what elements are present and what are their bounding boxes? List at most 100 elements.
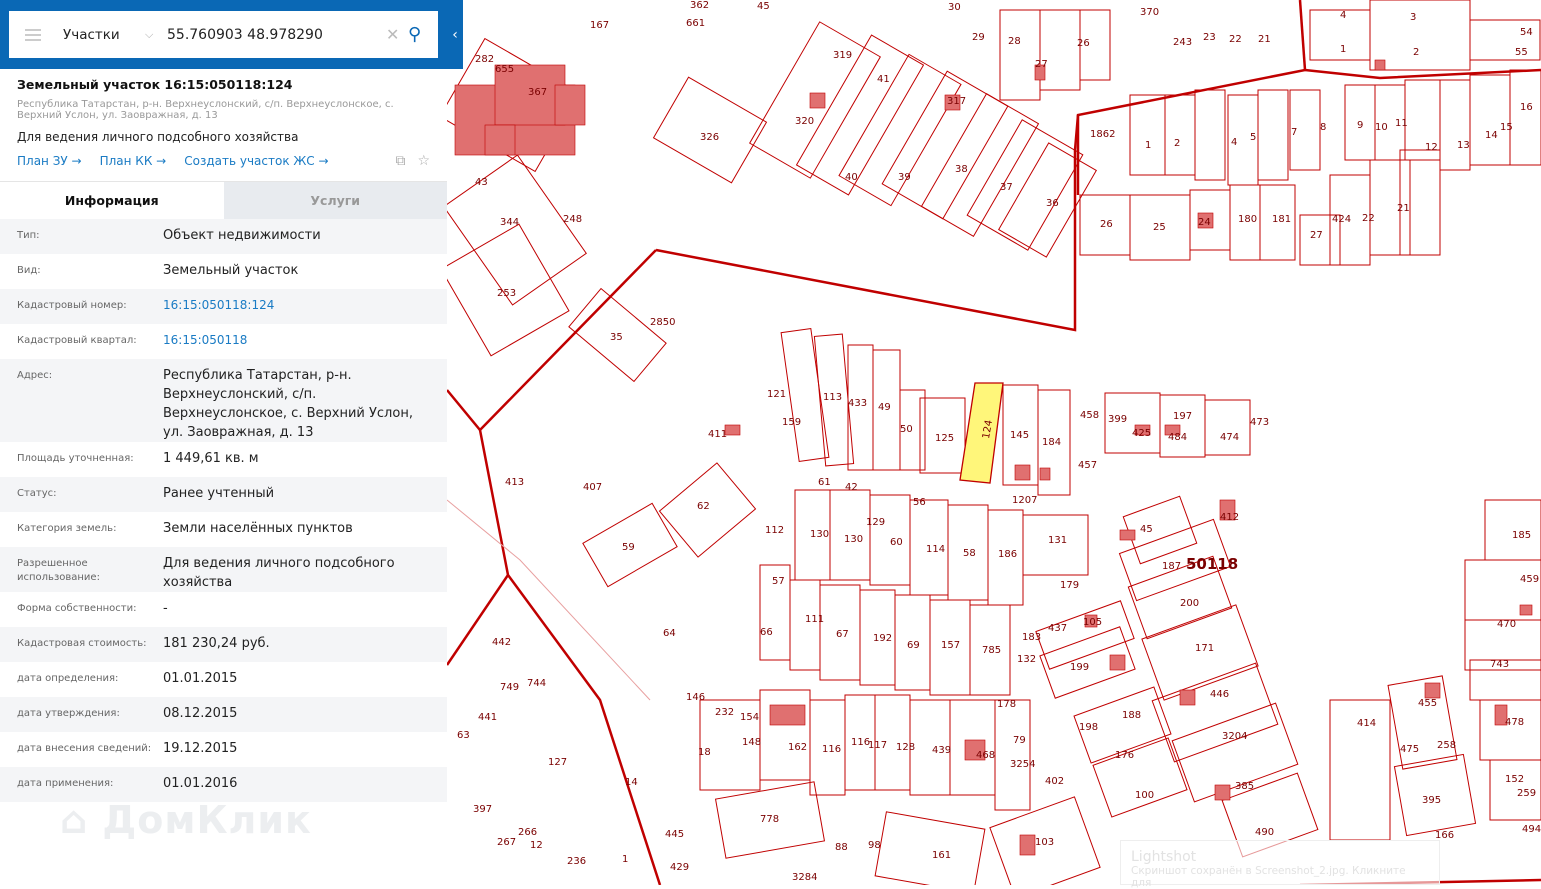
parcel-number: 22 [1362,213,1375,224]
parcel-outline [966,119,1084,251]
parcel-number: 253 [497,288,516,299]
parcel-number: 184 [1042,437,1061,448]
parcel-number: 14 [625,777,638,788]
parcel-number: 395 [1422,795,1441,806]
parcel-number: 744 [527,678,546,689]
parcel-outline [920,93,1040,237]
parcel-number: 9 [1357,120,1363,131]
parcel-number: 319 [833,50,852,61]
parcel-number: 167 [590,20,609,31]
parcel-number: 125 [935,433,954,444]
info-value: 08.12.2015 [163,706,238,721]
parcel-number: 236 [567,856,586,867]
domclick-watermark: ⌂ ДомКлик [60,798,312,842]
parcel-number: 23 [1203,32,1216,43]
building [1014,464,1031,481]
parcel-number: 62 [697,501,710,512]
info-panel: Участки ⌵ 55.760903 48.978290 ✕ ⚲ Земель… [0,0,447,885]
parcel-number: 248 [563,214,582,225]
parcel-number: 18 [698,747,711,758]
info-value[interactable]: 16:15:050118:124 [163,296,437,324]
parcel-number: 362 [690,0,709,11]
parcel-number: 15 [1500,122,1513,133]
info-key: Кадастровая стоимость: [17,638,147,649]
parcel-number: 129 [866,517,885,528]
parcel-number: 159 [782,417,801,428]
parcel-number: 458 [1080,410,1099,421]
parcel-number: 282 [475,54,494,65]
parcel-number: 24 [1198,217,1211,228]
info-key: дата определения: [17,673,119,684]
menu-icon[interactable] [25,28,41,41]
parcel-number: 41 [877,74,890,85]
parcel-number: 197 [1173,411,1192,422]
parcel-number: 112 [765,525,784,536]
parcel-number: 425 [1132,428,1151,439]
chevron-down-icon[interactable]: ⌵ [145,28,167,42]
quarter-boundary [655,68,1541,332]
parcel-number: 181 [1272,214,1291,225]
parcel-number: 100 [1135,790,1154,801]
parcel-number: 317 [947,96,966,107]
info-value[interactable]: 16:15:050118 [163,331,437,359]
parcel-number: 27 [1035,59,1048,70]
parcel-number: 161 [932,850,951,861]
parcel-number: 39 [898,172,911,183]
parcel-number: 12 [1425,142,1438,153]
parcel-number: 114 [926,544,945,555]
parcel-outline [1509,69,1541,166]
building [1374,59,1386,71]
parcel-number: 25 [1153,222,1166,233]
parcel-number: 162 [788,742,807,753]
parcel-number: 1207 [1012,495,1037,506]
parcel-number: 8 [1320,122,1326,133]
parcel-number: 128 [896,742,915,753]
parcel-number: 121 [767,389,786,400]
parcel-number: 59 [622,542,635,553]
parcel-number: 192 [873,633,892,644]
search-icon[interactable]: ⚲ [408,24,438,45]
parcel-number: 131 [1048,535,1067,546]
parcel-number: 98 [868,840,881,851]
parcel-outline [1129,94,1166,176]
info-row: Категория земель: Земли населённых пункто… [0,512,447,547]
parcel-number: 26 [1077,38,1090,49]
plan-kk-link[interactable]: План КК → [100,154,167,168]
parcel-number: 367 [528,87,547,98]
building [1519,604,1533,616]
info-key: Статус: [17,488,57,499]
parcel-number: 494 [1522,824,1541,835]
parcel-number: 457 [1078,460,1097,471]
quarter-number: 50118 [1186,555,1238,573]
building [1019,834,1036,856]
tab-info[interactable]: Информация [0,182,224,219]
parcel-number: 399 [1108,414,1127,425]
create-parcel-link[interactable]: Создать участок ЖС → [184,154,328,168]
info-row: дата применения: 01.01.2016 [0,767,447,802]
search-input[interactable]: 55.760903 48.978290 [167,27,386,43]
parcel-address: Республика Татарстан, р-н. Верхнеуслонск… [17,99,394,121]
parcel-number: 10 [1375,122,1388,133]
parcel-title: Земельный участок 16:15:050118:124 [17,77,293,92]
parcel-number: 132 [1017,654,1036,665]
parcel-number: 258 [1437,740,1456,751]
clear-icon[interactable]: ✕ [386,25,408,44]
category-select[interactable]: Участки [63,27,145,43]
collapse-panel-button[interactable]: ‹ [447,0,463,69]
document-search-icon[interactable]: ⧉ [395,153,405,169]
star-icon[interactable]: ☆ [417,153,430,169]
info-row: Форма собственности: - [0,592,447,627]
lightshot-notification[interactable]: Lightshot Скриншот сохранён в Screenshot_… [1120,840,1440,889]
parcel-outline [1369,0,1471,71]
parcel-number: 468 [976,750,995,761]
parcel-number: 154 [740,712,759,723]
tab-services[interactable]: Услуги [223,182,447,219]
parcel-number: 344 [500,217,519,228]
info-row: Адрес: Республика Татарстан, р-н. Верхнеу… [0,359,447,442]
parcel-number: 266 [518,827,537,838]
parcel-number: 185 [1512,530,1531,541]
info-key: Разрешенное использование: [17,558,100,583]
parcel-outline [1387,675,1458,770]
parcel-number: 459 [1520,574,1539,585]
plan-zu-link[interactable]: План ЗУ → [17,154,82,168]
